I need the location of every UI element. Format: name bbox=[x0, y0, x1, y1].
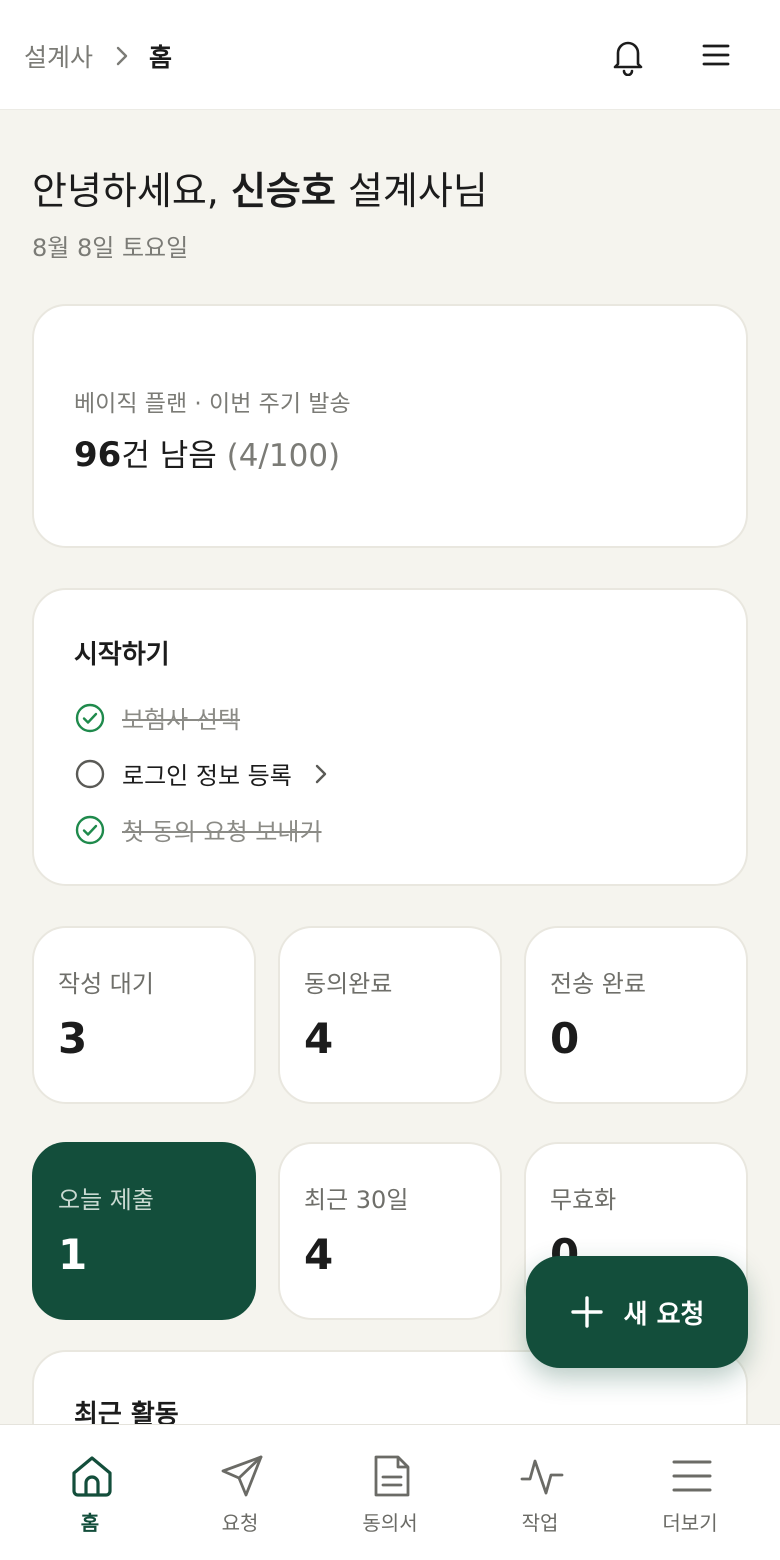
stat-value: 4 bbox=[304, 1230, 334, 1279]
nav-item-more[interactable]: 더보기 bbox=[612, 1425, 768, 1560]
stat-card-recent-30[interactable]: 최근 30일 4 bbox=[278, 1142, 502, 1320]
nav-label: 작업 bbox=[521, 1511, 559, 1535]
stat-label: 최근 30일 bbox=[304, 1186, 409, 1214]
nav-item-tasks[interactable]: 작업 bbox=[462, 1425, 618, 1560]
greeting-title: 안녕하세요, 신승호 설계사님 bbox=[32, 160, 488, 215]
stat-value: 1 bbox=[58, 1230, 88, 1279]
stat-label: 동의완료 bbox=[304, 970, 393, 998]
menu-icon[interactable] bbox=[700, 38, 732, 72]
bottom-nav: 홈 요청 동의서 작업 더보기 bbox=[0, 1424, 780, 1560]
document-icon bbox=[370, 1453, 414, 1499]
nav-label: 홈 bbox=[80, 1511, 100, 1535]
stat-card-consented[interactable]: 동의완료 4 bbox=[278, 926, 502, 1104]
stat-value: 0 bbox=[550, 1014, 580, 1063]
remaining-count: 96 bbox=[74, 435, 122, 475]
task-item[interactable]: 보험사 선택 bbox=[74, 700, 240, 735]
stat-value: 3 bbox=[58, 1014, 88, 1063]
check-circle-icon bbox=[74, 814, 106, 846]
stat-label: 작성 대기 bbox=[58, 970, 154, 998]
greeting-suffix: 설계사님 bbox=[335, 169, 488, 213]
nav-item-consent[interactable]: 동의서 bbox=[312, 1425, 468, 1560]
bell-icon[interactable] bbox=[610, 36, 646, 77]
stat-label: 무효화 bbox=[550, 1186, 617, 1214]
getting-started-title: 시작하기 bbox=[74, 640, 170, 670]
plan-card: 베이직 플랜 · 이번 주기 발송 96건 남음 (4/100) bbox=[32, 304, 748, 548]
nav-item-home[interactable]: 홈 bbox=[12, 1425, 168, 1560]
stat-card-sent[interactable]: 전송 완료 0 bbox=[524, 926, 748, 1104]
today-date: 8월 8일 토요일 bbox=[32, 234, 189, 262]
chevron-right-icon bbox=[314, 763, 328, 785]
usage-count: (4/100) bbox=[226, 438, 341, 474]
task-item[interactable]: 첫 동의 요청 보내기 bbox=[74, 812, 322, 847]
top-bar: 설계사 홈 bbox=[0, 0, 780, 110]
task-label: 첫 동의 요청 보내기 bbox=[122, 818, 322, 846]
nav-label: 더보기 bbox=[662, 1511, 718, 1535]
check-circle-icon bbox=[74, 702, 106, 734]
remaining-suffix: 건 남음 bbox=[121, 438, 217, 474]
nav-label: 동의서 bbox=[362, 1511, 418, 1535]
plan-label: 베이직 플랜 · 이번 주기 발송 bbox=[74, 391, 351, 417]
user-name: 신승호 bbox=[230, 169, 336, 213]
stat-card-pending[interactable]: 작성 대기 3 bbox=[32, 926, 256, 1104]
nav-label: 요청 bbox=[221, 1511, 259, 1535]
task-label: 보험사 선택 bbox=[122, 706, 241, 734]
task-label: 로그인 정보 등록 bbox=[122, 762, 292, 790]
home-icon bbox=[70, 1453, 114, 1499]
breadcrumb-parent[interactable]: 설계사 bbox=[24, 38, 93, 74]
stat-value: 4 bbox=[304, 1014, 334, 1063]
stat-label: 전송 완료 bbox=[550, 970, 646, 998]
getting-started-card: 시작하기 보험사 선택 로그인 정보 등록 첫 동의 요청 보내기 bbox=[32, 588, 748, 886]
activity-icon bbox=[520, 1453, 564, 1499]
menu-icon bbox=[670, 1453, 714, 1499]
breadcrumb-current: 홈 bbox=[149, 43, 173, 72]
nav-item-request[interactable]: 요청 bbox=[162, 1425, 318, 1560]
chevron-right-icon bbox=[115, 45, 129, 67]
breadcrumb: 설계사 홈 bbox=[24, 38, 172, 74]
empty-circle-icon bbox=[74, 758, 106, 790]
plus-icon bbox=[570, 1295, 604, 1329]
plan-quota: 96건 남음 (4/100) bbox=[74, 430, 340, 475]
stat-label: 오늘 제출 bbox=[58, 1186, 154, 1214]
new-request-label: 새 요청 bbox=[623, 1299, 705, 1330]
send-icon bbox=[220, 1453, 264, 1499]
new-request-button[interactable]: 새 요청 bbox=[526, 1256, 748, 1368]
stat-card-today[interactable]: 오늘 제출 1 bbox=[32, 1142, 256, 1320]
greeting-prefix: 안녕하세요, bbox=[32, 169, 231, 213]
task-item[interactable]: 로그인 정보 등록 bbox=[74, 756, 328, 791]
